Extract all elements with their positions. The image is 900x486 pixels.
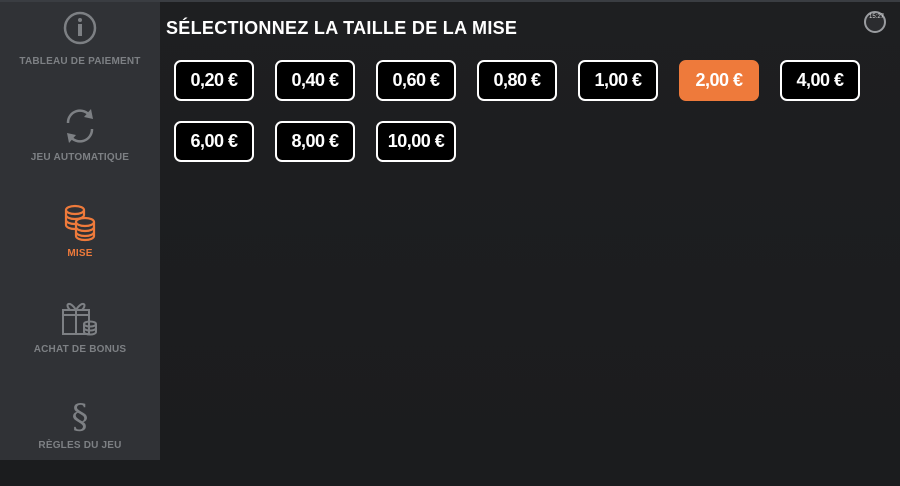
section-icon: § (72, 397, 89, 434)
bet-option[interactable]: 10,00 € (376, 121, 456, 162)
sidebar-item-bonus-buy[interactable]: ACHAT DE BONUS (0, 294, 160, 390)
bet-panel: SÉLECTIONNEZ LA TAILLE DE LA MISE 15:27 … (160, 2, 900, 460)
sidebar-item-label: JEU AUTOMATIQUE (30, 152, 130, 163)
coins-icon (64, 204, 96, 242)
sidebar-item-bet[interactable]: MISE (0, 198, 160, 294)
sidebar-item-paytable[interactable]: TABLEAU DE PAIEMENT (0, 6, 160, 102)
sidebar-item-label: ACHAT DE BONUS (33, 344, 127, 355)
svg-text:§: § (72, 397, 89, 434)
bet-option[interactable]: 0,60 € (376, 60, 456, 101)
sidebar-item-autoplay[interactable]: JEU AUTOMATIQUE (0, 102, 160, 198)
page-title: SÉLECTIONNEZ LA TAILLE DE LA MISE (166, 18, 518, 38)
clock-time: 15:27 (868, 14, 884, 20)
gift-icon (62, 303, 97, 336)
autoplay-icon (66, 109, 94, 143)
bet-option[interactable]: 8,00 € (275, 121, 355, 162)
bet-option[interactable]: 0,80 € (477, 60, 557, 101)
info-icon (63, 11, 97, 45)
bet-option[interactable]: 4,00 € (780, 60, 860, 101)
sidebar-item-label: TABLEAU DE PAIEMENT (19, 56, 141, 67)
sidebar-item-label: RÈGLES DU JEU (38, 440, 122, 451)
bet-option[interactable]: 6,00 € (174, 121, 254, 162)
bet-option[interactable]: 0,40 € (275, 60, 355, 101)
bet-option-selected[interactable]: 2,00 € (679, 60, 759, 101)
bet-option[interactable]: 0,20 € (174, 60, 254, 101)
bet-option[interactable]: 1,00 € (578, 60, 658, 101)
sidebar-item-label: MISE (67, 248, 93, 259)
sidebar: TABLEAU DE PAIEMENT JEU AUTOMATIQUE MISE (0, 2, 160, 460)
sidebar-item-rules[interactable]: § RÈGLES DU JEU (0, 390, 160, 486)
